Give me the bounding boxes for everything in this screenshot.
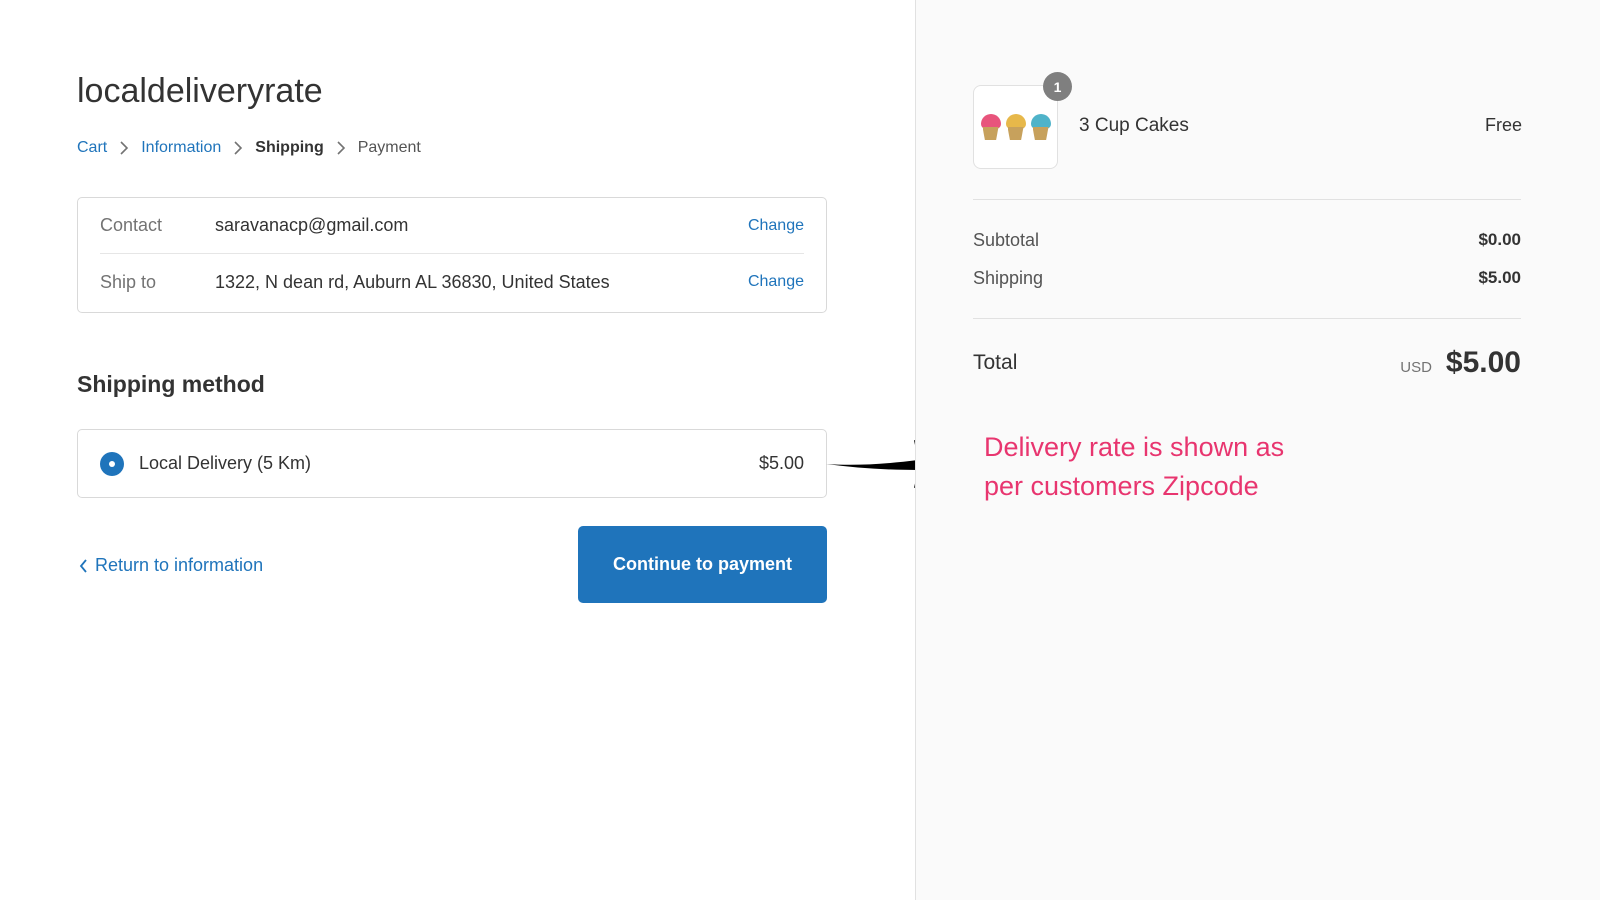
- chevron-right-icon: [233, 141, 243, 155]
- total-label: Total: [973, 351, 1018, 374]
- chevron-left-icon: [79, 558, 87, 573]
- cupcake-pink-icon: [980, 112, 1002, 142]
- subtotal-label: Subtotal: [973, 230, 1040, 250]
- breadcrumb-payment: Payment: [357, 139, 421, 156]
- quantity-badge: 1: [1043, 72, 1072, 101]
- total-value: $5.00: [1445, 346, 1521, 379]
- breadcrumb-cart[interactable]: Cart: [77, 139, 107, 157]
- shipping-value: $5.00: [1478, 268, 1521, 287]
- shipping-method-price: $5.00: [758, 453, 804, 473]
- shipping-method-title: Shipping method: [77, 371, 265, 397]
- currency-code: USD: [1400, 359, 1432, 376]
- breadcrumb: Cart Information Shipping Payment: [77, 139, 421, 157]
- contact-label: Contact: [100, 215, 163, 235]
- breadcrumb-information[interactable]: Information: [141, 139, 221, 157]
- radio-selected-dot: [109, 460, 115, 467]
- cupcake-yellow-icon: [1005, 112, 1027, 142]
- product-price: Free: [1484, 115, 1522, 135]
- subtotal-row: Subtotal $0.00: [973, 230, 1521, 251]
- return-link-label: Return to information: [95, 555, 264, 575]
- chevron-right-icon: [336, 141, 346, 155]
- shipping-row: Shipping $5.00: [973, 268, 1521, 289]
- product-thumbnail: [973, 85, 1058, 169]
- shipping-label: Shipping: [973, 268, 1044, 288]
- review-contact-row: Contact saravanacp@gmail.com Change: [100, 198, 804, 254]
- cupcake-blue-icon: [1030, 112, 1052, 142]
- annotation-line-2: per customers Zipcode: [984, 471, 1259, 501]
- chevron-right-icon: [119, 141, 129, 155]
- ship-to-value: 1322, N dean rd, Auburn AL 36830, United…: [215, 271, 610, 292]
- review-ship-to-row: Ship to 1322, N dean rd, Auburn AL 36830…: [100, 254, 804, 310]
- shipping-method-option[interactable]: Local Delivery (5 Km) $5.00: [77, 429, 827, 498]
- summary-divider: [973, 199, 1521, 200]
- total-row: Total USD $5.00: [973, 346, 1521, 380]
- return-to-information-link[interactable]: Return to information: [79, 555, 263, 576]
- annotation-line-1: Delivery rate is shown as: [984, 432, 1285, 462]
- change-ship-to-link[interactable]: Change: [748, 273, 804, 291]
- total-amount: USD $5.00: [1400, 346, 1521, 380]
- annotation-note: Delivery rate is shown as per customers …: [984, 428, 1344, 506]
- breadcrumb-shipping: Shipping: [255, 139, 324, 156]
- contact-value: saravanacp@gmail.com: [215, 215, 409, 235]
- review-block: Contact saravanacp@gmail.com Change Ship…: [77, 197, 827, 313]
- checkout-main: localdeliveryrate Cart Information Shipp…: [0, 0, 915, 900]
- shipping-radio[interactable]: [100, 451, 124, 476]
- subtotal-value: $0.00: [1478, 230, 1521, 249]
- product-name: 3 Cup Cakes: [1079, 115, 1189, 136]
- shipping-method-label: Local Delivery (5 Km): [139, 453, 312, 473]
- ship-to-label: Ship to: [100, 271, 157, 292]
- change-contact-link[interactable]: Change: [748, 217, 804, 235]
- store-name[interactable]: localdeliveryrate: [77, 72, 323, 111]
- continue-to-payment-button[interactable]: Continue to payment: [578, 526, 827, 603]
- summary-divider: [973, 318, 1521, 319]
